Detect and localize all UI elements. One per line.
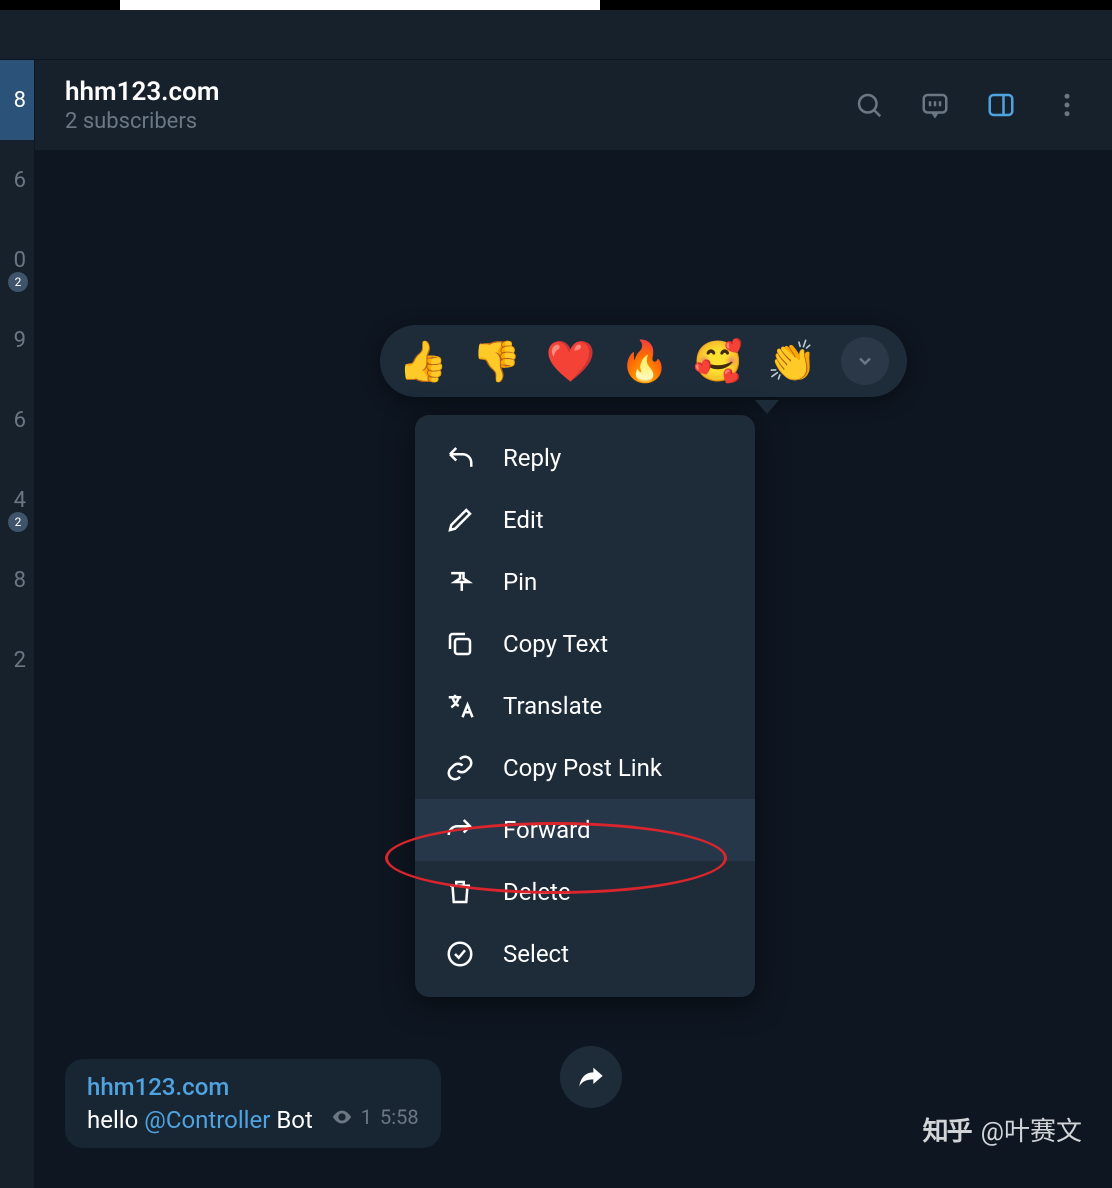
sidebar-chat-item[interactable]: 2: [0, 620, 34, 700]
context-menu: Reply Edit Pin Copy Text Translate: [415, 415, 755, 997]
menu-label: Forward: [503, 816, 591, 844]
menu-item-select[interactable]: Select: [415, 923, 755, 985]
reaction-smiling-hearts[interactable]: 🥰: [693, 338, 743, 385]
sidebar-strip: 8 6 02 9 6 42 8 2: [0, 60, 35, 1188]
reactions-bar: 👍 👎 ❤️ 🔥 🥰 👏: [380, 325, 907, 397]
message-time: 5:58: [380, 1105, 419, 1129]
reaction-thumbs-down[interactable]: 👎: [472, 338, 522, 385]
comments-icon[interactable]: [920, 90, 950, 120]
forward-fab-button[interactable]: [560, 1046, 622, 1108]
tab-bar-area: [0, 10, 1112, 60]
chat-header: hhm123.com 2 subscribers: [35, 60, 1112, 150]
translate-icon: [445, 691, 475, 721]
menu-item-reply[interactable]: Reply: [415, 427, 755, 489]
share-icon: [577, 1063, 605, 1091]
reaction-fire[interactable]: 🔥: [619, 338, 669, 385]
sidebar-chat-item[interactable]: 8: [0, 60, 34, 140]
sidebar-chat-item[interactable]: 02: [0, 220, 34, 300]
sidebar-chat-item[interactable]: 6: [0, 380, 34, 460]
chat-title-block[interactable]: hhm123.com 2 subscribers: [65, 77, 854, 134]
chat-title: hhm123.com: [65, 77, 854, 107]
reactions-more-button[interactable]: [841, 337, 889, 385]
message-bubble[interactable]: hhm123.com hello @Controller Bot 1 5:58: [65, 1059, 441, 1148]
select-icon: [445, 939, 475, 969]
menu-label: Copy Post Link: [503, 754, 662, 782]
views-count: 1: [361, 1105, 372, 1129]
zhihu-logo: 知乎: [923, 1111, 971, 1148]
link-icon: [445, 753, 475, 783]
menu-label: Translate: [503, 692, 602, 720]
mention-link[interactable]: @Controller: [144, 1106, 270, 1134]
sidebar-chat-item[interactable]: 42: [0, 460, 34, 540]
views-icon: [331, 1106, 353, 1128]
menu-label: Select: [503, 940, 569, 968]
menu-item-copy-link[interactable]: Copy Post Link: [415, 737, 755, 799]
message-sender: hhm123.com: [87, 1073, 419, 1101]
pin-icon: [445, 567, 475, 597]
chat-subscribers: 2 subscribers: [65, 109, 854, 134]
sidebar-toggle-icon[interactable]: [986, 90, 1016, 120]
message-text: hello @Controller Bot: [87, 1106, 319, 1134]
menu-item-edit[interactable]: Edit: [415, 489, 755, 551]
menu-item-pin[interactable]: Pin: [415, 551, 755, 613]
more-icon[interactable]: [1052, 90, 1082, 120]
watermark-user: @叶赛文: [981, 1111, 1082, 1148]
reaction-thumbs-up[interactable]: 👍: [398, 338, 448, 385]
menu-label: Copy Text: [503, 630, 608, 658]
edit-icon: [445, 505, 475, 535]
sidebar-chat-item[interactable]: 9: [0, 300, 34, 380]
reaction-clap[interactable]: 👏: [767, 338, 817, 385]
reply-icon: [445, 443, 475, 473]
copy-icon: [445, 629, 475, 659]
menu-item-copy-text[interactable]: Copy Text: [415, 613, 755, 675]
menu-label: Delete: [503, 878, 571, 906]
menu-item-translate[interactable]: Translate: [415, 675, 755, 737]
delete-icon: [445, 877, 475, 907]
menu-label: Edit: [503, 506, 544, 534]
menu-label: Reply: [503, 444, 561, 472]
sidebar-chat-item[interactable]: 8: [0, 540, 34, 620]
menu-item-forward[interactable]: Forward: [415, 799, 755, 861]
forward-icon: [445, 815, 475, 845]
menu-label: Pin: [503, 568, 537, 596]
reactions-tail: [755, 400, 779, 414]
sidebar-chat-item[interactable]: 6: [0, 140, 34, 220]
watermark: 知乎 @叶赛文: [923, 1111, 1082, 1148]
search-icon[interactable]: [854, 90, 884, 120]
chat-pane: hhm123.com 2 subscribers 👍: [35, 60, 1112, 1188]
window-top-bar: [0, 0, 1112, 10]
menu-item-delete[interactable]: Delete: [415, 861, 755, 923]
reaction-heart[interactable]: ❤️: [546, 338, 596, 385]
message-meta: 1 5:58: [331, 1105, 419, 1129]
